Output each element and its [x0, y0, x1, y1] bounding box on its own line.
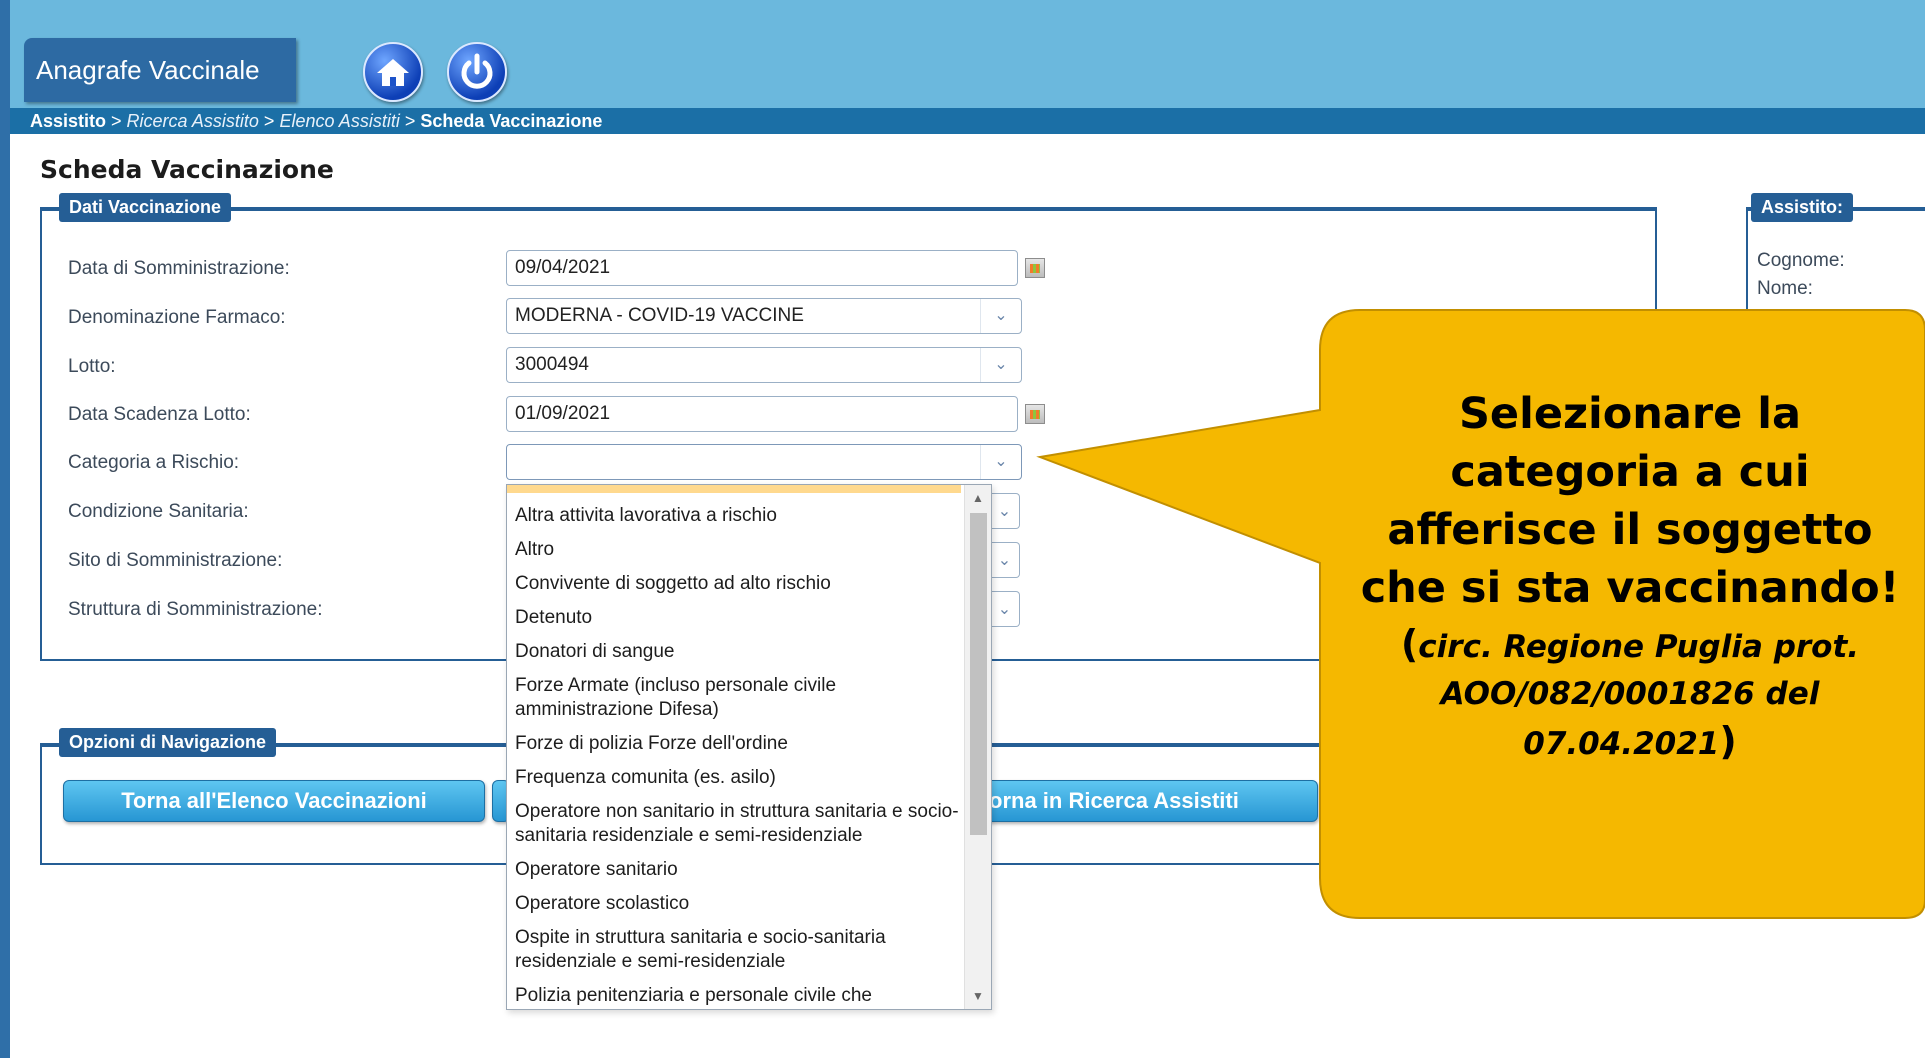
- categoria-rischio-dropdown[interactable]: Altra attivita lavorativa a rischio Altr…: [506, 484, 992, 1010]
- breadcrumb-assistito[interactable]: Assistito: [30, 111, 106, 131]
- denominazione-farmaco-value: MODERNA - COVID-19 VACCINE: [515, 305, 804, 326]
- data-scadenza-lotto-label: Data Scadenza Lotto:: [68, 404, 251, 425]
- struttura-somministrazione-select[interactable]: ⌄: [990, 591, 1020, 627]
- data-somministrazione-input[interactable]: 09/04/2021: [506, 250, 1018, 286]
- dropdown-option[interactable]: Frequenza comunita (es. asilo): [515, 761, 963, 795]
- dropdown-option[interactable]: Operatore scolastico: [515, 887, 963, 921]
- callout-text: Selezionare la categoria a cui afferisce…: [1340, 385, 1920, 768]
- breadcrumb-ricerca-assistito[interactable]: Ricerca Assistito: [127, 111, 259, 131]
- home-icon: [377, 59, 409, 86]
- calendar-icon[interactable]: [1025, 404, 1045, 424]
- chevron-down-icon: ⌄: [980, 445, 1021, 479]
- cognome-label: Cognome:: [1757, 250, 1845, 271]
- breadcrumb-sep: >: [399, 111, 421, 131]
- denominazione-farmaco-select[interactable]: MODERNA - COVID-19 VACCINE ⌄: [506, 298, 1022, 334]
- sito-somministrazione-label: Sito di Somministrazione:: [68, 550, 283, 571]
- callout-reference: (circ. Regione Puglia prot. AOO/082/0001…: [1340, 621, 1920, 768]
- breadcrumb-elenco-assistiti[interactable]: Elenco Assistiti: [279, 111, 399, 131]
- chevron-down-icon: ⌄: [980, 348, 1021, 382]
- struttura-somministrazione-label: Struttura di Somministrazione:: [68, 599, 323, 620]
- breadcrumb-current: Scheda Vaccinazione: [420, 111, 603, 131]
- dropdown-option[interactable]: Operatore non sanitario in struttura san…: [515, 795, 963, 853]
- dropdown-option[interactable]: Ospite in struttura sanitaria e socio-sa…: [515, 921, 963, 979]
- dropdown-option[interactable]: Operatore sanitario: [515, 853, 963, 887]
- dropdown-option[interactable]: Altro: [515, 533, 963, 567]
- scrollbar-thumb[interactable]: [970, 513, 987, 835]
- dropdown-option[interactable]: Donatori di sangue: [515, 635, 963, 669]
- data-scadenza-lotto-input[interactable]: 01/09/2021: [506, 396, 1018, 432]
- data-somministrazione-label: Data di Somministrazione:: [68, 258, 290, 279]
- chevron-down-icon: ⌄: [997, 552, 1012, 569]
- scroll-down-icon[interactable]: ▼: [972, 989, 984, 1003]
- app-title: Anagrafe Vaccinale: [24, 38, 296, 102]
- calendar-icon[interactable]: [1025, 258, 1045, 278]
- condizione-sanitaria-select[interactable]: ⌄: [990, 493, 1020, 529]
- sito-somministrazione-select[interactable]: ⌄: [990, 542, 1020, 578]
- data-somministrazione-value: 09/04/2021: [515, 257, 611, 278]
- data-scadenza-lotto-value: 01/09/2021: [515, 403, 611, 424]
- dropdown-option[interactable]: Detenuto: [515, 601, 963, 635]
- dropdown-highlight: [507, 485, 961, 493]
- denominazione-farmaco-label: Denominazione Farmaco:: [68, 307, 286, 328]
- chevron-down-icon: ⌄: [997, 601, 1012, 618]
- paren-open: (: [1400, 622, 1419, 666]
- opzioni-navigazione-legend: Opzioni di Navigazione: [59, 728, 277, 757]
- callout-message: Selezionare la categoria a cui afferisce…: [1360, 389, 1900, 613]
- dati-vaccinazione-legend: Dati Vaccinazione: [59, 193, 232, 222]
- page-title: Scheda Vaccinazione: [40, 155, 334, 184]
- dropdown-option[interactable]: Forze Armate (incluso personale civile a…: [515, 669, 963, 727]
- nome-label: Nome:: [1757, 278, 1813, 299]
- categoria-rischio-label: Categoria a Rischio:: [68, 452, 240, 473]
- dropdown-scrollbar[interactable]: ▲ ▼: [964, 485, 991, 1009]
- paren-close: ): [1719, 719, 1737, 763]
- chevron-down-icon: ⌄: [980, 299, 1021, 333]
- dropdown-option[interactable]: Convivente di soggetto ad alto rischio: [515, 567, 963, 601]
- breadcrumb-sep: >: [106, 111, 127, 131]
- power-icon: [461, 53, 493, 89]
- dropdown-option[interactable]: Forze di polizia Forze dell'ordine: [515, 727, 963, 761]
- torna-elenco-vaccinazioni-button[interactable]: Torna all'Elenco Vaccinazioni: [63, 780, 485, 822]
- lotto-label: Lotto:: [68, 356, 116, 377]
- logout-button[interactable]: [447, 42, 507, 102]
- breadcrumb: Assistito > Ricerca Assistito > Elenco A…: [10, 108, 1925, 134]
- dropdown-option[interactable]: Polizia penitenziaria e personale civile…: [515, 979, 963, 1009]
- scroll-up-icon[interactable]: ▲: [972, 491, 984, 505]
- dropdown-options-list: Altra attivita lavorativa a rischio Altr…: [515, 499, 963, 1009]
- home-button[interactable]: [363, 42, 423, 102]
- callout-reference-text: circ. Regione Puglia prot. AOO/082/00018…: [1418, 629, 1860, 762]
- torna-ricerca-assistiti-button[interactable]: orna in Ricerca Assistiti: [980, 780, 1318, 822]
- left-border: [0, 0, 10, 1058]
- chevron-down-icon: ⌄: [997, 503, 1012, 520]
- lotto-select[interactable]: 3000494 ⌄: [506, 347, 1022, 383]
- categoria-rischio-select[interactable]: ⌄: [506, 444, 1022, 480]
- condizione-sanitaria-label: Condizione Sanitaria:: [68, 501, 249, 522]
- breadcrumb-sep: >: [258, 111, 280, 131]
- dropdown-option[interactable]: Altra attivita lavorativa a rischio: [515, 499, 963, 533]
- lotto-value: 3000494: [515, 354, 589, 375]
- header-bar: [10, 0, 1925, 112]
- assistito-legend: Assistito:: [1751, 193, 1854, 222]
